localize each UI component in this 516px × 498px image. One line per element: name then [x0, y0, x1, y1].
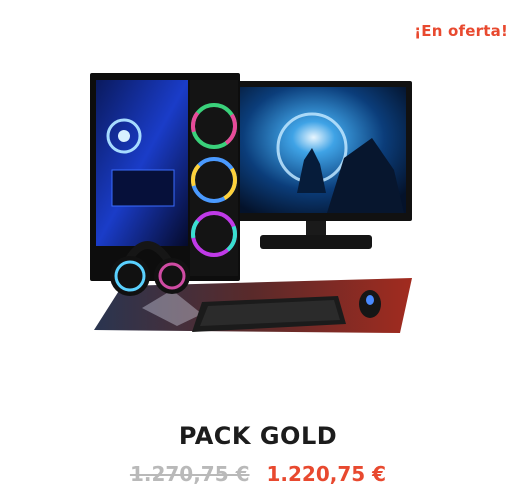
monitor-graphic	[232, 81, 412, 249]
sale-badge: ¡En oferta!	[414, 22, 508, 40]
product-image[interactable]	[82, 68, 422, 348]
product-card[interactable]: ¡En oferta! PACK GOLD 1.270,75 € 1.220,7…	[0, 0, 516, 498]
product-title[interactable]: PACK GOLD	[0, 422, 516, 450]
old-price: 1.270,75 €	[129, 462, 250, 486]
sale-price: 1.220,75 €	[266, 462, 387, 486]
price-row: 1.270,75 € 1.220,75 €	[0, 462, 516, 486]
pc-case-graphic	[90, 73, 240, 281]
mouse-graphic	[359, 290, 381, 318]
